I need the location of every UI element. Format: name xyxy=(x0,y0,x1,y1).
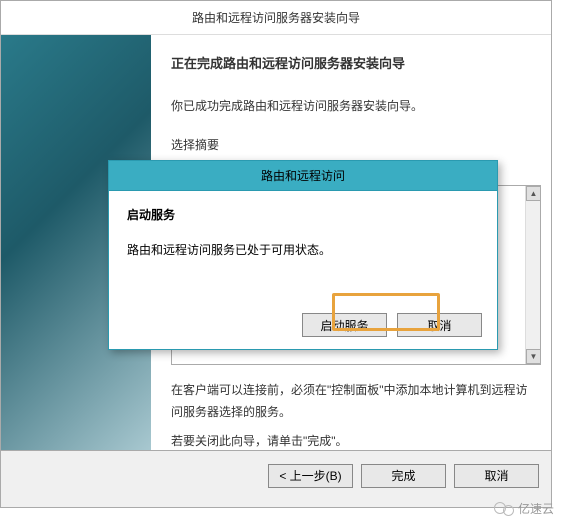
wizard-footer: < 上一步(B) 完成 取消 xyxy=(1,450,551,500)
dialog-text: 路由和远程访问服务已处于可用状态。 xyxy=(127,241,479,258)
wizard-heading: 正在完成路由和远程访问服务器安装向导 xyxy=(171,53,531,72)
wizard-note-line1: 在客户端可以连接前，必须在"控制面板"中添加本地计算机到远程访问服务器选择的服务… xyxy=(171,380,531,423)
back-button[interactable]: < 上一步(B) xyxy=(268,464,353,488)
scrollbar[interactable]: ▲ ▼ xyxy=(525,186,540,364)
scroll-down-icon[interactable]: ▼ xyxy=(526,349,541,364)
start-service-button[interactable]: 启动服务 xyxy=(302,313,387,337)
watermark-logo-icon xyxy=(494,502,514,516)
cancel-button[interactable]: 取消 xyxy=(454,464,539,488)
wizard-title: 路由和远程访问服务器安装向导 xyxy=(1,1,551,35)
finish-button[interactable]: 完成 xyxy=(361,464,446,488)
dialog-footer: 启动服务 取消 xyxy=(302,313,482,337)
scroll-up-icon[interactable]: ▲ xyxy=(526,186,541,201)
watermark-text: 亿速云 xyxy=(518,500,554,517)
dialog-body: 启动服务 路由和远程访问服务已处于可用状态。 xyxy=(109,191,497,298)
dialog-cancel-button[interactable]: 取消 xyxy=(397,313,482,337)
service-dialog: 路由和远程访问 启动服务 路由和远程访问服务已处于可用状态。 启动服务 取消 xyxy=(108,160,498,350)
watermark: 亿速云 xyxy=(494,500,554,517)
wizard-after-text: 在客户端可以连接前，必须在"控制面板"中添加本地计算机到远程访问服务器选择的服务… xyxy=(171,380,531,453)
wizard-close-instruction: 若要关闭此向导，请单击"完成"。 xyxy=(171,431,531,453)
wizard-summary-prefix: 选择摘要 xyxy=(171,136,531,155)
dialog-heading: 启动服务 xyxy=(127,206,479,223)
dialog-titlebar[interactable]: 路由和远程访问 xyxy=(109,161,497,191)
wizard-success-text: 你已成功完成路由和远程访问服务器安装向导。 xyxy=(171,97,531,116)
dialog-title: 路由和远程访问 xyxy=(261,167,345,184)
